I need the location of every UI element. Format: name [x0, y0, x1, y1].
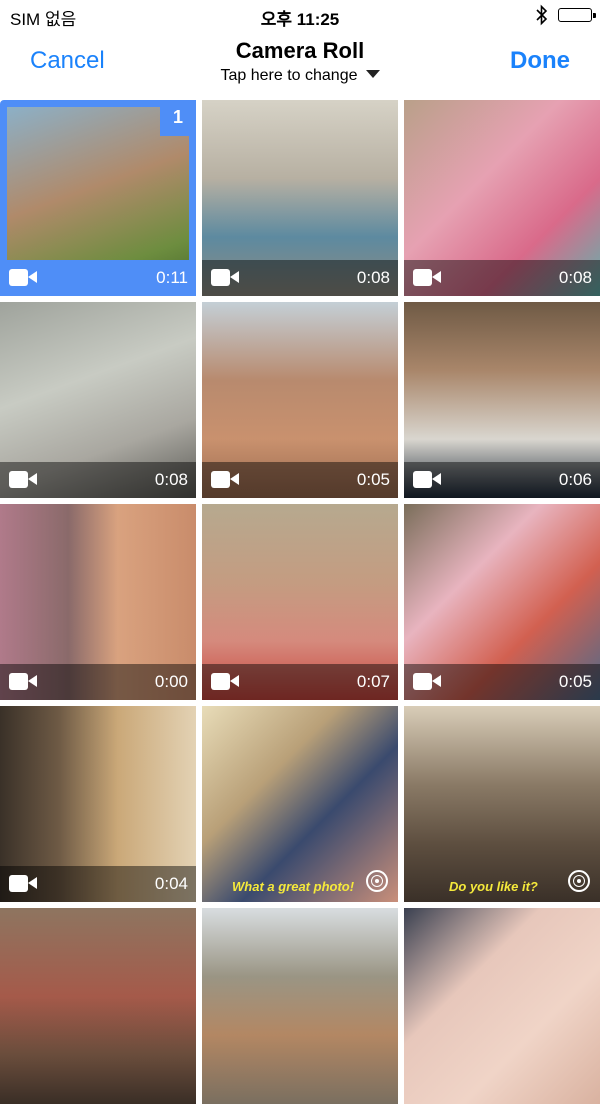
media-thumbnail[interactable]: 0:05: [202, 302, 398, 498]
video-info-bar: 0:11: [0, 260, 196, 296]
media-thumbnail[interactable]: What a great photo!: [202, 706, 398, 902]
video-info-bar: 0:04: [0, 866, 196, 902]
live-photo-icon: [366, 870, 388, 892]
video-camera-icon: [9, 471, 37, 488]
media-thumbnail[interactable]: 0:00: [0, 504, 196, 700]
media-thumbnail[interactable]: [0, 908, 196, 1104]
video-info-bar: 0:07: [202, 664, 398, 700]
media-thumbnail[interactable]: [202, 908, 398, 1104]
video-camera-icon: [211, 471, 239, 488]
bluetooth-icon: [536, 4, 548, 31]
video-camera-icon: [413, 269, 441, 286]
video-duration: 0:08: [356, 268, 390, 287]
media-thumbnail[interactable]: 0:05: [404, 504, 600, 700]
media-thumbnail[interactable]: [404, 908, 600, 1104]
video-camera-icon: [9, 269, 37, 286]
video-duration: 0:05: [356, 470, 390, 489]
video-duration: 0:05: [558, 672, 592, 691]
live-photo-caption: What a great photo!: [232, 879, 355, 894]
video-duration: 0:07: [356, 672, 390, 691]
video-camera-icon: [211, 269, 239, 286]
media-thumbnail[interactable]: 0:06: [404, 302, 600, 498]
cancel-button[interactable]: Cancel: [30, 47, 105, 75]
media-thumbnail[interactable]: 0:08: [202, 100, 398, 296]
video-duration: 0:08: [154, 470, 188, 489]
media-thumbnail[interactable]: Do you like it?: [404, 706, 600, 902]
caret-down-icon: [365, 70, 380, 78]
video-camera-icon: [413, 673, 441, 690]
video-duration: 0:04: [154, 874, 188, 893]
video-duration: 0:11: [156, 268, 188, 287]
media-thumbnail[interactable]: 1 0:11: [0, 100, 196, 296]
media-thumbnail[interactable]: 0:04: [0, 706, 196, 902]
status-time: 오후 11:25: [260, 10, 340, 29]
video-camera-icon: [9, 673, 37, 690]
video-info-bar: 0:08: [202, 260, 398, 296]
done-button[interactable]: Done: [510, 47, 570, 75]
media-thumbnail[interactable]: 0:08: [404, 100, 600, 296]
video-info-bar: 0:08: [404, 260, 600, 296]
album-title: Camera Roll: [235, 38, 365, 63]
video-camera-icon: [211, 673, 239, 690]
video-duration: 0:08: [558, 268, 592, 287]
album-subtitle: Tap here to change: [221, 67, 380, 85]
battery-icon: [558, 8, 596, 22]
media-thumbnail[interactable]: 0:07: [202, 504, 398, 700]
video-info-bar: 0:05: [404, 664, 600, 700]
video-camera-icon: [413, 471, 441, 488]
video-info-bar: 0:05: [202, 462, 398, 498]
video-info-bar: 0:00: [0, 664, 196, 700]
live-photo-caption: Do you like it?: [449, 879, 538, 894]
album-subtitle-label: Tap here to change: [220, 67, 358, 84]
status-bar: SIM 없음 오후 11:25: [0, 0, 600, 30]
live-photo-icon: [568, 870, 590, 892]
thumbnail-image: [0, 908, 196, 1104]
navigation-bar: Cancel Camera Roll Tap here to change Do…: [0, 30, 600, 100]
video-duration: 0:06: [558, 470, 592, 489]
video-camera-icon: [9, 875, 37, 892]
video-info-bar: 0:06: [404, 462, 600, 498]
album-picker[interactable]: Camera Roll Tap here to change: [150, 38, 450, 85]
thumbnail-image: [404, 908, 600, 1104]
video-duration: 0:00: [154, 672, 188, 691]
selection-count-badge: 1: [160, 100, 196, 136]
thumbnail-image: [202, 908, 398, 1104]
video-info-bar: 0:08: [0, 462, 196, 498]
media-thumbnail[interactable]: 0:08: [0, 302, 196, 498]
